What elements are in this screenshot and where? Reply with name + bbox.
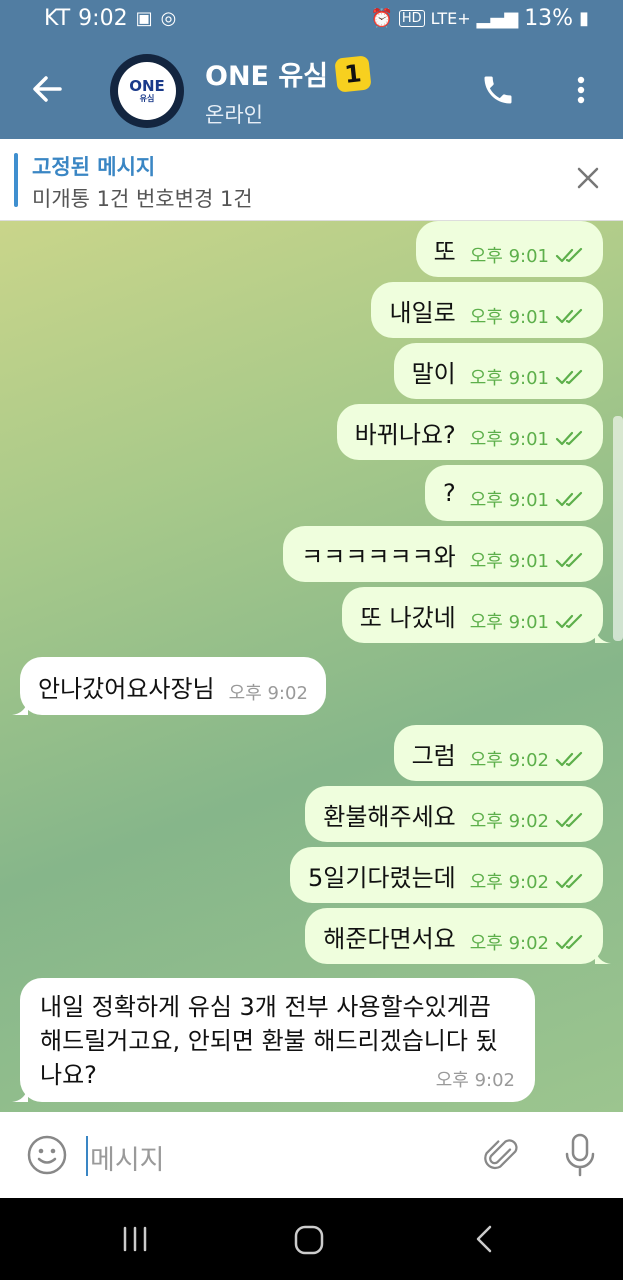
message-time: 오후 9:02: [228, 683, 308, 704]
message-text: 안나갔어요사장님: [38, 674, 215, 703]
message-text: 내일로: [389, 298, 456, 327]
bubble-tail: [12, 1086, 28, 1102]
outgoing-message[interactable]: 해준다면서요 오후 9:02: [305, 908, 611, 964]
message-time: 오후 9:01: [469, 368, 549, 389]
message-text: 또 나갔네: [359, 603, 456, 632]
pinned-accent-bar: [14, 153, 18, 207]
incoming-message[interactable]: 내일 정확하게 유심 3개 전부 사용할수있게끔 해드릴거고요, 안되면 환불 …: [12, 978, 535, 1102]
signal-icon: ▂▄▆: [476, 8, 519, 29]
emoji-icon[interactable]: [26, 1134, 68, 1176]
message-time: 오후 9:02: [469, 872, 549, 893]
message-text: 말이: [411, 359, 456, 388]
chat-header: ONE 유심 ONE 유심 1 온라인: [0, 42, 623, 139]
message-time: 오후 9:01: [469, 429, 549, 450]
network-label: LTE+: [430, 9, 471, 28]
message-text: 그럼: [411, 741, 456, 770]
avatar-subtext: 유심: [139, 93, 155, 103]
message-time: 오후 9:01: [469, 307, 549, 328]
outgoing-message[interactable]: 또 나갔네 오후 9:01: [341, 587, 611, 643]
message-text: 해준다면서요: [323, 924, 456, 953]
message-time: 오후 9:01: [469, 551, 549, 572]
message-time: 오후 9:02: [435, 1070, 515, 1091]
back-nav-icon[interactable]: [472, 1224, 496, 1254]
message-time: 오후 9:02: [469, 811, 549, 832]
avatar[interactable]: ONE 유심: [110, 54, 184, 128]
double-check-icon: [555, 613, 583, 629]
bubble-tail: [595, 948, 611, 964]
recent-apps-icon[interactable]: [120, 1224, 150, 1254]
message-input[interactable]: 메시지: [90, 1138, 165, 1177]
bubble-tail: [595, 627, 611, 643]
app-header: KT 9:02 ▣ ◎ ⏰ HD LTE+ ▂▄▆ 13% ▮ ONE 유심 O…: [0, 0, 623, 139]
message-time: 오후 9:02: [469, 933, 549, 954]
double-check-icon: [555, 934, 583, 950]
outgoing-message[interactable]: 말이 오후 9:01: [393, 343, 603, 399]
avatar-text: ONE: [129, 76, 165, 95]
online-status: 온라인: [205, 103, 263, 127]
bubble-tail: [12, 699, 28, 715]
battery-label: 13%: [524, 6, 574, 31]
double-check-icon: [555, 369, 583, 385]
carrier-label: KT: [44, 6, 71, 31]
gallery-icon: ▣: [135, 8, 153, 29]
double-check-icon: [555, 751, 583, 767]
outgoing-message[interactable]: 환불해주세요 오후 9:02: [305, 786, 603, 842]
outgoing-message[interactable]: ㅋㅋㅋㅋㅋㅋ와 오후 9:01: [283, 526, 603, 582]
double-check-icon: [555, 308, 583, 324]
double-check-icon: [555, 552, 583, 568]
double-check-icon: [555, 491, 583, 507]
chat-title-block[interactable]: ONE 유심 1 온라인: [205, 54, 372, 129]
double-check-icon: [555, 247, 583, 263]
outgoing-message[interactable]: 내일로 오후 9:01: [371, 282, 603, 338]
outgoing-message[interactable]: 바뀌나요? 오후 9:01: [336, 404, 603, 460]
alarm-icon: ⏰: [370, 8, 393, 29]
more-options-icon[interactable]: [566, 72, 596, 108]
pinned-text: 미개통 1건 번호변경 1건: [32, 187, 253, 211]
sync-icon: ◎: [160, 8, 177, 29]
pinned-message[interactable]: 고정된 메시지 미개통 1건 번호변경 1건: [0, 139, 623, 221]
status-bar: KT 9:02 ▣ ◎ ⏰ HD LTE+ ▂▄▆ 13% ▮: [0, 0, 623, 42]
message-list[interactable]: 또 오후 9:01 내일로 오후 9:01 말이 오후 9:01 바뀌나요? 오…: [0, 221, 623, 1112]
back-arrow-icon[interactable]: [30, 72, 64, 106]
message-text: ㅋㅋㅋㅋㅋㅋ와: [301, 542, 456, 571]
outgoing-message[interactable]: ? 오후 9:01: [424, 465, 603, 521]
message-time: 오후 9:01: [469, 612, 549, 633]
message-text: 환불해주세요: [323, 802, 456, 831]
message-time: 오후 9:02: [469, 750, 549, 771]
outgoing-message[interactable]: 또 오후 9:01: [415, 221, 603, 277]
home-icon[interactable]: [293, 1224, 325, 1256]
scrollbar[interactable]: [613, 416, 623, 641]
message-composer: 메시지: [0, 1112, 623, 1198]
chat-title: ONE 유심: [205, 61, 329, 92]
double-check-icon: [555, 430, 583, 446]
message-text: 바뀌나요?: [354, 420, 456, 449]
phone-icon[interactable]: [480, 72, 516, 108]
incoming-message[interactable]: 안나갔어요사장님 오후 9:02: [12, 657, 326, 715]
unread-badge: 1: [334, 54, 372, 93]
outgoing-message[interactable]: 그럼 오후 9:02: [393, 725, 603, 781]
battery-icon: ▮: [579, 8, 589, 29]
outgoing-message[interactable]: 5일기다렸는데 오후 9:02: [289, 847, 603, 903]
double-check-icon: [555, 812, 583, 828]
close-icon[interactable]: [575, 165, 601, 191]
message-text: 5일기다렸는데: [307, 863, 456, 892]
attach-icon[interactable]: [481, 1134, 523, 1176]
message-time: 오후 9:01: [469, 490, 549, 511]
clock: 9:02: [78, 6, 128, 31]
hd-icon: HD: [398, 10, 425, 27]
system-nav-bar: [0, 1198, 623, 1280]
message-text: ?: [442, 479, 456, 507]
double-check-icon: [555, 873, 583, 889]
text-caret: [86, 1136, 88, 1176]
pinned-label: 고정된 메시지: [32, 155, 156, 179]
microphone-icon[interactable]: [563, 1132, 597, 1178]
message-time: 오후 9:01: [469, 246, 549, 267]
message-text: 또: [433, 237, 456, 266]
